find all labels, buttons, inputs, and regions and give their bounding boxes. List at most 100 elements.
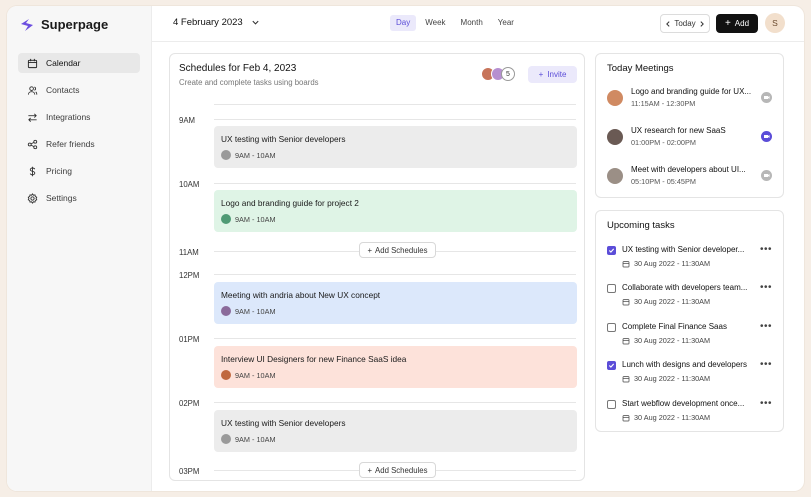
avatar: [221, 434, 231, 444]
gear-icon: [27, 192, 38, 204]
member-avatars[interactable]: 5: [481, 67, 515, 81]
meeting-item[interactable]: UX research for new SaaS 01:00PM - 02:00…: [607, 126, 777, 152]
task-checkbox[interactable]: [607, 246, 616, 255]
event-card[interactable]: Logo and branding guide for project 2 9A…: [214, 190, 577, 232]
divider: [214, 119, 576, 120]
chevron-right-icon[interactable]: [698, 20, 706, 28]
sidebar: Superpage Calendar Contacts Integrations…: [7, 6, 152, 491]
time-label: 9AM: [179, 116, 196, 125]
tab-year[interactable]: Year: [492, 15, 520, 31]
event-time: 9AM - 10AM: [221, 306, 276, 316]
video-call-icon[interactable]: [761, 131, 772, 142]
avatar: [221, 370, 231, 380]
tab-month[interactable]: Month: [455, 15, 489, 31]
swap-arrows-icon: [28, 113, 37, 122]
chevron-down-icon: [252, 20, 259, 25]
current-date: 4 February 2023: [173, 17, 243, 28]
topbar: 4 February 2023 Day Week Month Year Toda…: [152, 6, 804, 42]
meeting-title: Meet with developers about UI...: [631, 165, 746, 174]
schedule-subtitle: Create and complete tasks using boards: [179, 78, 319, 87]
calendar-icon: [622, 260, 630, 267]
task-checkbox[interactable]: [607, 323, 616, 332]
sidebar-item-label: Refer friends: [46, 139, 95, 149]
sidebar-item-label: Calendar: [46, 58, 81, 68]
invite-button[interactable]: + Invite: [528, 66, 577, 83]
tab-day[interactable]: Day: [390, 15, 417, 31]
task-checkbox[interactable]: [607, 284, 616, 293]
plus-icon: +: [367, 465, 373, 475]
schedule-title: Schedules for Feb 4, 2023: [179, 63, 297, 74]
event-time: 9AM - 10AM: [221, 150, 276, 160]
more-options-icon[interactable]: •••: [760, 359, 772, 370]
meeting-title: UX research for new SaaS: [631, 126, 726, 135]
meeting-title: Logo and branding guide for UX...: [631, 87, 752, 96]
tab-week[interactable]: Week: [419, 15, 451, 31]
date-picker[interactable]: 4 February 2023: [173, 17, 260, 28]
sidebar-item-contacts[interactable]: Contacts: [18, 80, 140, 100]
task-checkbox[interactable]: [607, 361, 616, 370]
today-button[interactable]: Today: [674, 19, 695, 28]
add-schedules-label: Add Schedules: [375, 465, 428, 475]
task-date-text: 30 Aug 2022 - 11:30AM: [634, 374, 711, 383]
calendar-icon: [622, 375, 630, 382]
event-card[interactable]: Interview UI Designers for new Finance S…: [214, 346, 577, 388]
more-options-icon[interactable]: •••: [760, 321, 772, 332]
event-time-text: 9AM - 10AM: [235, 306, 276, 316]
more-options-icon[interactable]: •••: [760, 244, 772, 255]
users-icon: [27, 85, 38, 95]
meeting-item[interactable]: Logo and branding guide for UX... 11:15A…: [607, 87, 777, 113]
task-item: Start webflow development once... 30 Aug…: [607, 398, 777, 429]
avatar: [221, 214, 231, 224]
task-checkbox[interactable]: [607, 400, 616, 409]
sidebar-item-label: Pricing: [46, 166, 72, 176]
add-schedules-button[interactable]: + Add Schedules: [359, 242, 436, 258]
sidebar-item-pricing[interactable]: Pricing: [18, 161, 140, 181]
user-avatar[interactable]: S: [765, 13, 785, 33]
plus-icon: +: [724, 18, 731, 29]
plus-icon: +: [367, 245, 373, 255]
sidebar-item-calendar[interactable]: Calendar: [18, 53, 140, 73]
logo[interactable]: Superpage: [20, 17, 108, 32]
meeting-time: 01:00PM - 02:00PM: [631, 138, 696, 147]
task-title[interactable]: Collaborate with developers team...: [622, 283, 753, 292]
schedule-panel: Schedules for Feb 4, 2023 Create and com…: [169, 53, 585, 481]
sidebar-item-label: Integrations: [46, 112, 91, 122]
event-card[interactable]: Meeting with andria about New UX concept…: [214, 282, 577, 324]
meeting-item[interactable]: Meet with developers about UI... 05:10PM…: [607, 165, 777, 191]
app-window: Superpage Calendar Contacts Integrations…: [7, 6, 804, 491]
sidebar-item-refer-friends[interactable]: Refer friends: [18, 134, 140, 154]
add-schedules-button[interactable]: + Add Schedules: [359, 462, 436, 478]
task-title[interactable]: UX testing with Senior developer...: [622, 245, 753, 254]
time-label: 02PM: [179, 399, 200, 408]
meeting-time: 05:10PM - 05:45PM: [631, 177, 696, 186]
event-card[interactable]: UX testing with Senior developers 9AM - …: [214, 126, 577, 168]
task-date-text: 30 Aug 2022 - 11:30AM: [634, 413, 711, 422]
event-title: Logo and branding guide for project 2: [221, 198, 359, 208]
chevron-left-icon[interactable]: [664, 20, 672, 28]
task-title[interactable]: Complete Final Finance Saas: [622, 322, 753, 331]
dollar-icon: [29, 166, 36, 176]
invite-label: Invite: [547, 70, 567, 79]
task-date: 30 Aug 2022 - 11:30AM: [622, 259, 710, 268]
sidebar-item-settings[interactable]: Settings: [18, 188, 140, 208]
plus-icon: +: [538, 70, 544, 79]
add-schedules-label: Add Schedules: [375, 245, 428, 255]
divider: [214, 104, 576, 105]
event-time-text: 9AM - 10AM: [235, 150, 276, 160]
avatar: [607, 90, 623, 106]
more-options-icon[interactable]: •••: [760, 282, 772, 293]
task-item: Lunch with designs and developers 30 Aug…: [607, 359, 777, 390]
video-call-icon[interactable]: [761, 170, 772, 181]
add-button[interactable]: + Add: [716, 14, 758, 33]
video-call-icon[interactable]: [761, 92, 772, 103]
task-title[interactable]: Lunch with designs and developers: [622, 360, 753, 369]
time-label: 01PM: [179, 335, 200, 344]
more-options-icon[interactable]: •••: [760, 398, 772, 409]
sidebar-item-integrations[interactable]: Integrations: [18, 107, 140, 127]
time-label: 11AM: [179, 248, 199, 257]
avatar: [607, 129, 623, 145]
event-title: UX testing with Senior developers: [221, 134, 346, 144]
avatar: [607, 168, 623, 184]
task-title[interactable]: Start webflow development once...: [622, 399, 753, 408]
event-card[interactable]: UX testing with Senior developers 9AM - …: [214, 410, 577, 452]
